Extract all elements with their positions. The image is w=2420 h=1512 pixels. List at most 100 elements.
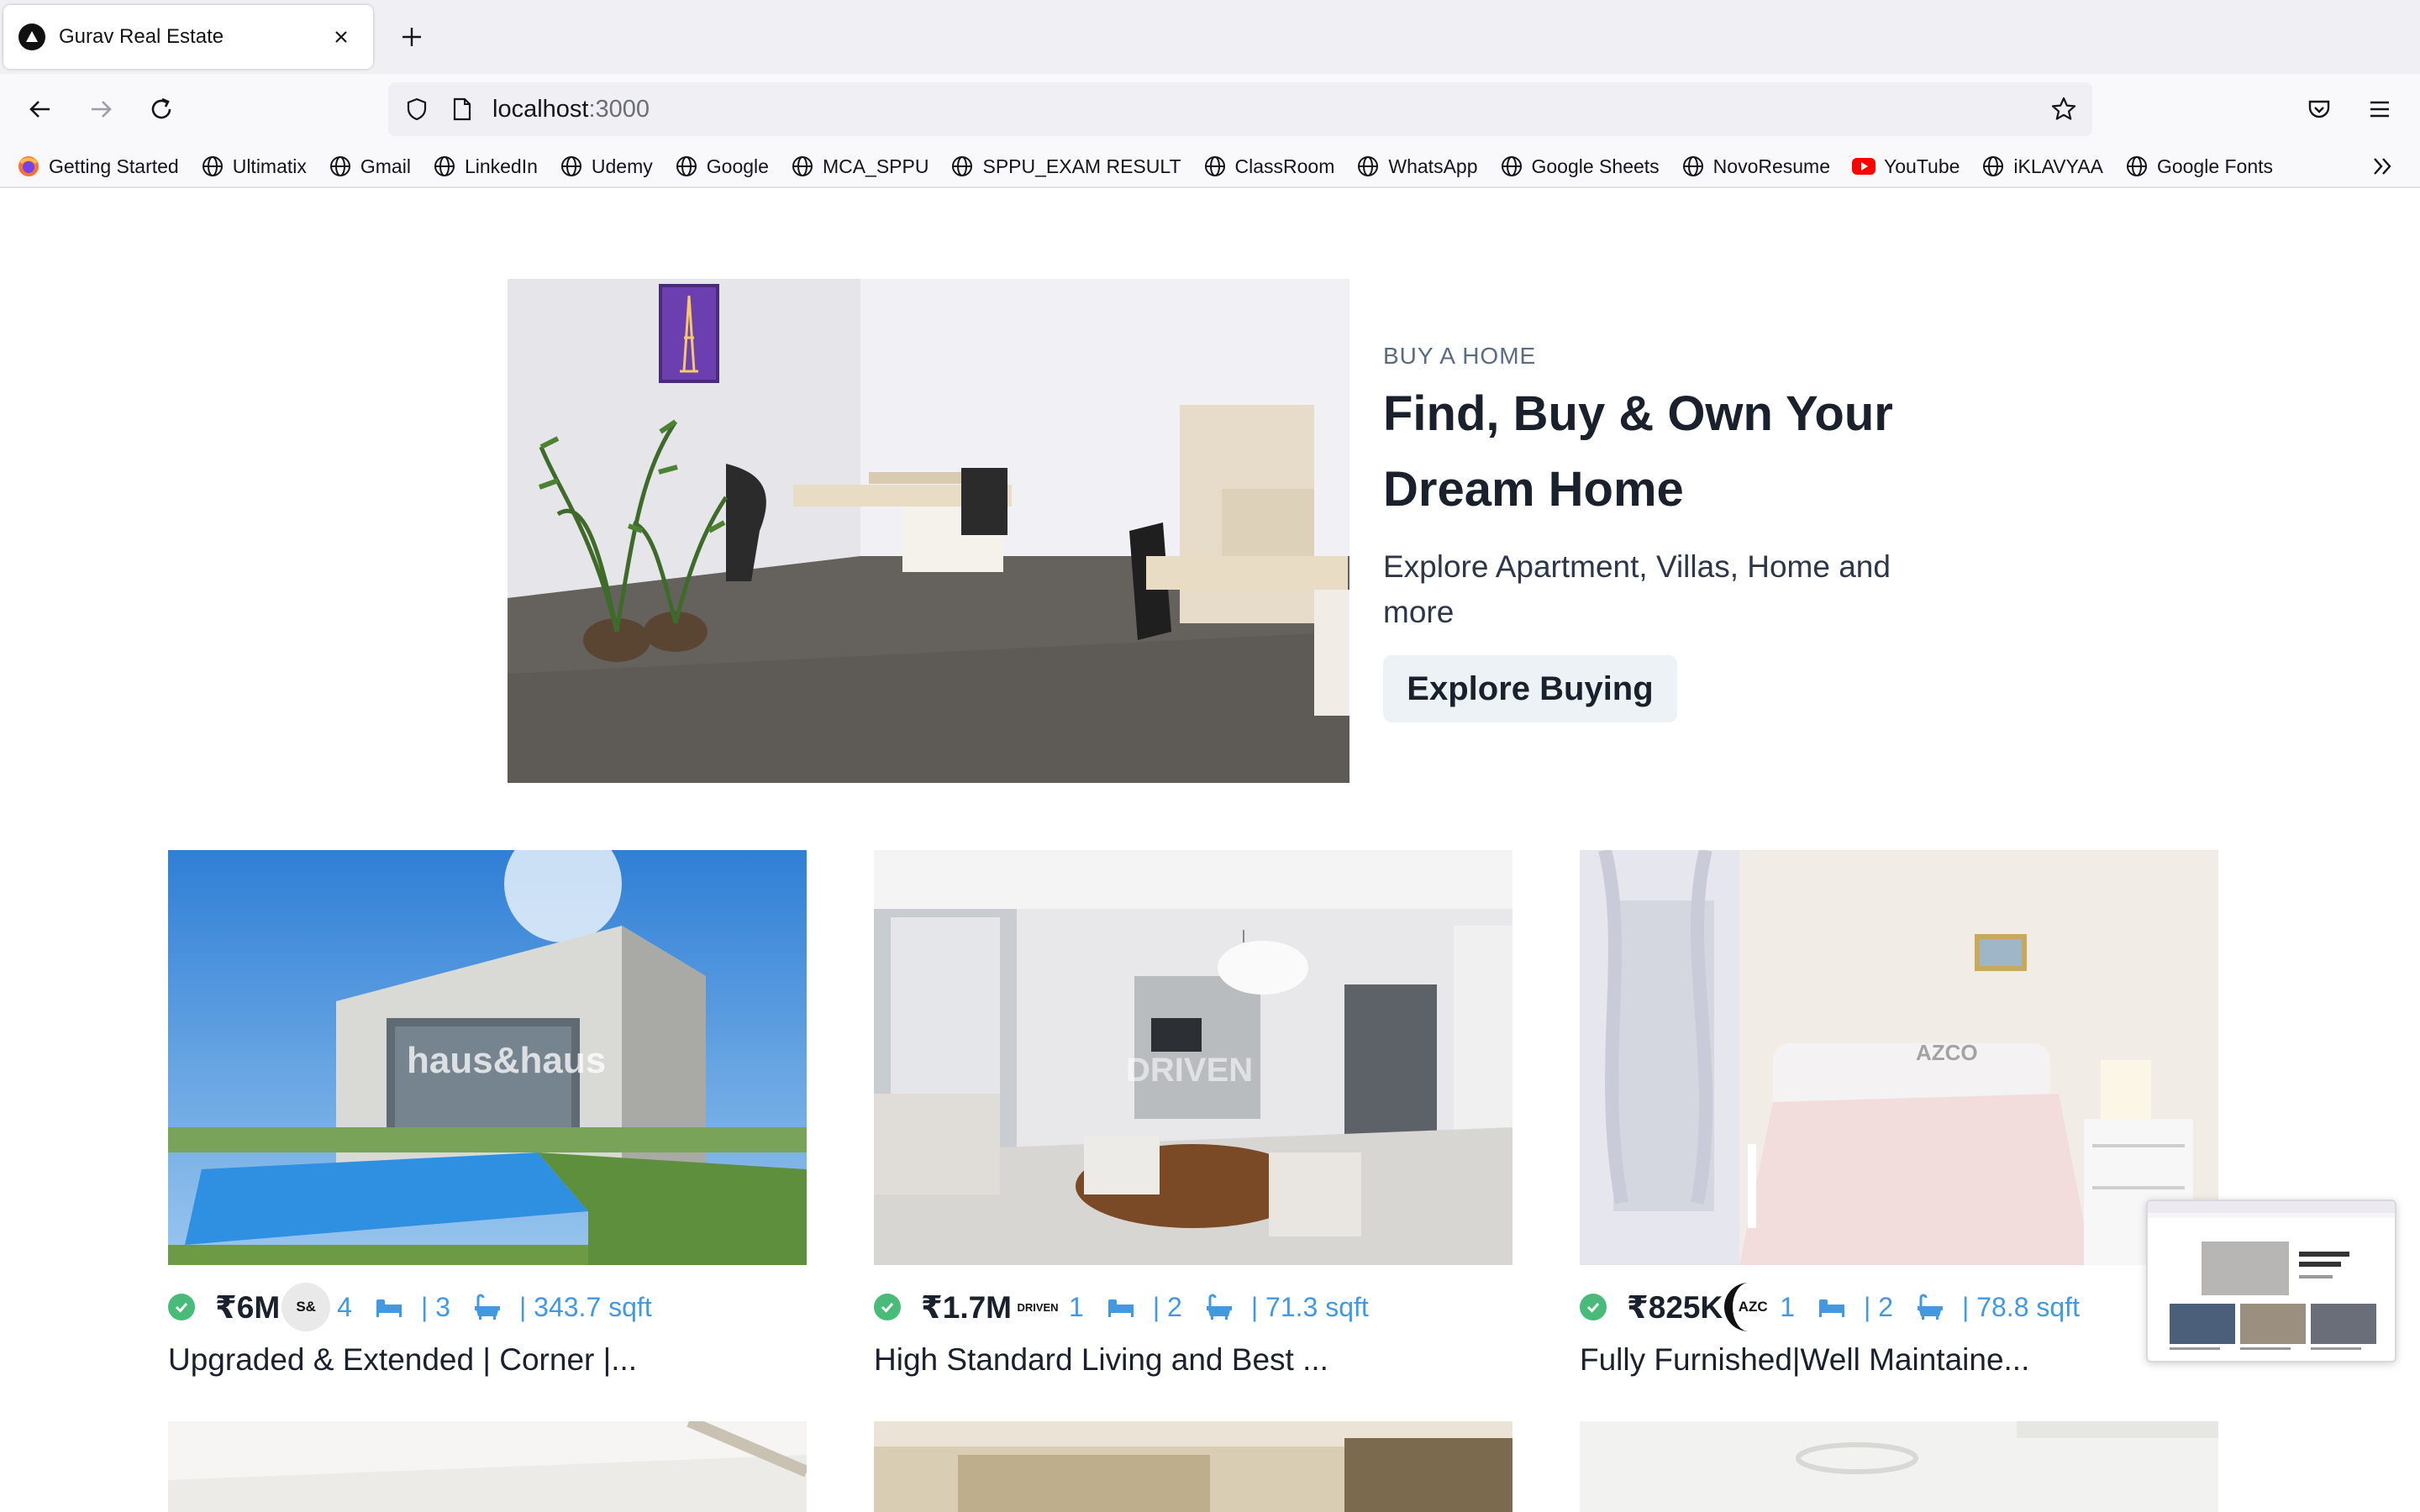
bookmark-item[interactable]: ClassRoom	[1203, 151, 1335, 181]
hero-title: Find, Buy & Own Your Dream Home	[1383, 386, 1893, 517]
bed-icon	[1815, 1290, 1849, 1324]
property-image-villa[interactable]: haus&haus	[168, 850, 807, 1265]
bookmark-item[interactable]: Ultimatix	[201, 151, 307, 181]
bookmark-label: iKLAVYAA	[2013, 155, 2103, 177]
hero-description: Explore Apartment, Villas, Home and more	[1383, 549, 1891, 629]
globe-icon	[1356, 155, 1380, 178]
agency-logo: S&	[281, 1283, 331, 1331]
property-meta: ₹825K AZC 1 | 2 | 78.8 sqft	[1580, 1283, 2080, 1331]
property-image-living-room[interactable]: DRIVEN	[874, 850, 1512, 1265]
property-card[interactable]: haus&haus ₹6M S& 4 | 3 | 343.7 sqft Upgr…	[168, 850, 807, 1377]
firefox-icon	[17, 155, 40, 178]
image-watermark: haus&haus	[407, 1040, 607, 1081]
new-tab-icon[interactable]	[393, 18, 430, 55]
bookmark-item[interactable]: Google	[675, 151, 769, 181]
rooms-count: 4	[337, 1291, 352, 1322]
bathtub-icon	[471, 1290, 504, 1324]
agency-logo: AZC	[1724, 1283, 1774, 1331]
bookmark-label: LinkedIn	[464, 155, 538, 177]
bookmark-item[interactable]: NovoResume	[1681, 151, 1830, 181]
bookmark-label: Google Fonts	[2156, 155, 2274, 177]
agency-logo: DRIVEN	[1013, 1283, 1063, 1331]
bookmark-label: ClassRoom	[1234, 155, 1335, 177]
bookmarks-list: Getting Started Ultimatix Gmail LinkedIn Ude…	[17, 151, 2295, 181]
area-size: | 343.7 sqft	[518, 1291, 652, 1322]
chevron-double-right-icon[interactable]	[2366, 151, 2400, 181]
hero-office-image	[508, 279, 1349, 783]
bookmark-item[interactable]: iKLAVYAA	[1981, 151, 2103, 181]
property-price: ₹1.7M	[921, 1289, 1013, 1325]
tab-title: Gurav Real Estate	[59, 25, 224, 48]
bookmark-item[interactable]: YouTube	[1852, 151, 1960, 181]
pocket-icon[interactable]	[2299, 89, 2339, 129]
bookmark-item[interactable]: WhatsApp	[1356, 151, 1478, 181]
bookmark-item[interactable]: MCA_SPPU	[791, 151, 929, 181]
image-watermark: AZCO	[1916, 1040, 1978, 1065]
bookmark-item[interactable]: Google Sheets	[1500, 151, 1660, 181]
forward-arrow-icon[interactable]	[81, 89, 121, 129]
youtube-icon	[1852, 155, 1876, 178]
reload-icon[interactable]	[141, 89, 182, 129]
property-title[interactable]: High Standard Living and Best ...	[874, 1342, 1512, 1378]
property-price: ₹6M	[215, 1289, 281, 1325]
shield-icon[interactable]	[398, 91, 435, 128]
bookmark-label: Google Sheets	[1531, 155, 1660, 177]
bookmark-label: Ultimatix	[232, 155, 307, 177]
close-tab-icon[interactable]	[324, 20, 358, 54]
property-image-partial[interactable]	[1580, 1421, 2218, 1512]
globe-icon	[1203, 155, 1227, 178]
property-title[interactable]: Upgraded & Extended | Corner |...	[168, 1342, 807, 1378]
back-arrow-icon[interactable]	[20, 89, 60, 129]
hero-eyebrow: BUY A HOME	[1383, 343, 1537, 369]
property-image-bedroom[interactable]: AZCO	[1580, 850, 2218, 1265]
navigation-toolbar: localhost:3000	[0, 74, 2420, 144]
bookmark-item[interactable]: Udemy	[560, 151, 653, 181]
globe-icon	[950, 155, 974, 178]
baths-count: | 2	[1864, 1291, 1893, 1322]
bed-icon	[372, 1290, 406, 1324]
globe-icon	[560, 155, 583, 178]
property-card[interactable]: AZCO ₹825K AZC 1 | 2 | 78.8 sqft Fully F…	[1580, 850, 2218, 1377]
page-info-icon[interactable]	[444, 91, 481, 128]
globe-icon	[1981, 155, 2005, 178]
globe-icon	[329, 155, 352, 178]
bookmark-label: Udemy	[591, 155, 653, 177]
bed-icon	[1104, 1290, 1138, 1324]
globe-icon	[1681, 155, 1705, 178]
bathtub-icon	[1913, 1290, 1947, 1324]
property-card[interactable]: DRIVEN ₹1.7M DRIVEN 1 | 2 | 71.3 sqft Hi…	[874, 850, 1512, 1377]
bookmark-item[interactable]: SPPU_EXAM RESULT	[950, 151, 1181, 181]
bookmark-item[interactable]: LinkedIn	[433, 151, 538, 181]
verified-check-icon	[874, 1294, 901, 1320]
bookmark-item[interactable]: Gmail	[329, 151, 411, 181]
bookmark-label: YouTube	[1884, 155, 1960, 177]
property-meta: ₹1.7M DRIVEN 1 | 2 | 71.3 sqft	[874, 1283, 1369, 1331]
url-text[interactable]: localhost:3000	[492, 96, 650, 123]
verified-check-icon	[168, 1294, 195, 1320]
property-image-partial[interactable]	[874, 1421, 1512, 1512]
globe-icon	[675, 155, 698, 178]
bookmark-star-icon[interactable]	[2045, 91, 2082, 128]
bookmark-label: Gmail	[360, 155, 411, 177]
bookmark-item[interactable]: Google Fonts	[2125, 151, 2273, 181]
property-image-partial[interactable]	[168, 1421, 807, 1512]
rooms-count: 1	[1780, 1291, 1795, 1322]
area-size: | 78.8 sqft	[1962, 1291, 2080, 1322]
bookmark-label: SPPU_EXAM RESULT	[982, 155, 1181, 177]
explore-buying-button[interactable]: Explore Buying	[1383, 655, 1677, 722]
globe-icon	[791, 155, 814, 178]
browser-tab[interactable]: Gurav Real Estate	[3, 5, 373, 69]
bookmark-label: NovoResume	[1712, 155, 1831, 177]
bookmark-label: Google	[706, 155, 769, 177]
url-host: localhost	[492, 96, 589, 123]
globe-icon	[201, 155, 224, 178]
menu-hamburger-icon[interactable]	[2360, 89, 2400, 129]
bookmark-item[interactable]: Getting Started	[17, 151, 179, 181]
globe-icon	[1500, 155, 1523, 178]
globe-icon	[2125, 155, 2149, 178]
bookmarks-toolbar: Getting Started Ultimatix Gmail LinkedIn Ude…	[0, 144, 2420, 188]
property-title[interactable]: Fully Furnished|Well Maintaine...	[1580, 1342, 2218, 1378]
image-watermark: DRIVEN	[1126, 1052, 1254, 1089]
window-preview-thumbnail[interactable]	[2146, 1200, 2396, 1362]
address-bar[interactable]: localhost:3000	[388, 82, 2092, 136]
